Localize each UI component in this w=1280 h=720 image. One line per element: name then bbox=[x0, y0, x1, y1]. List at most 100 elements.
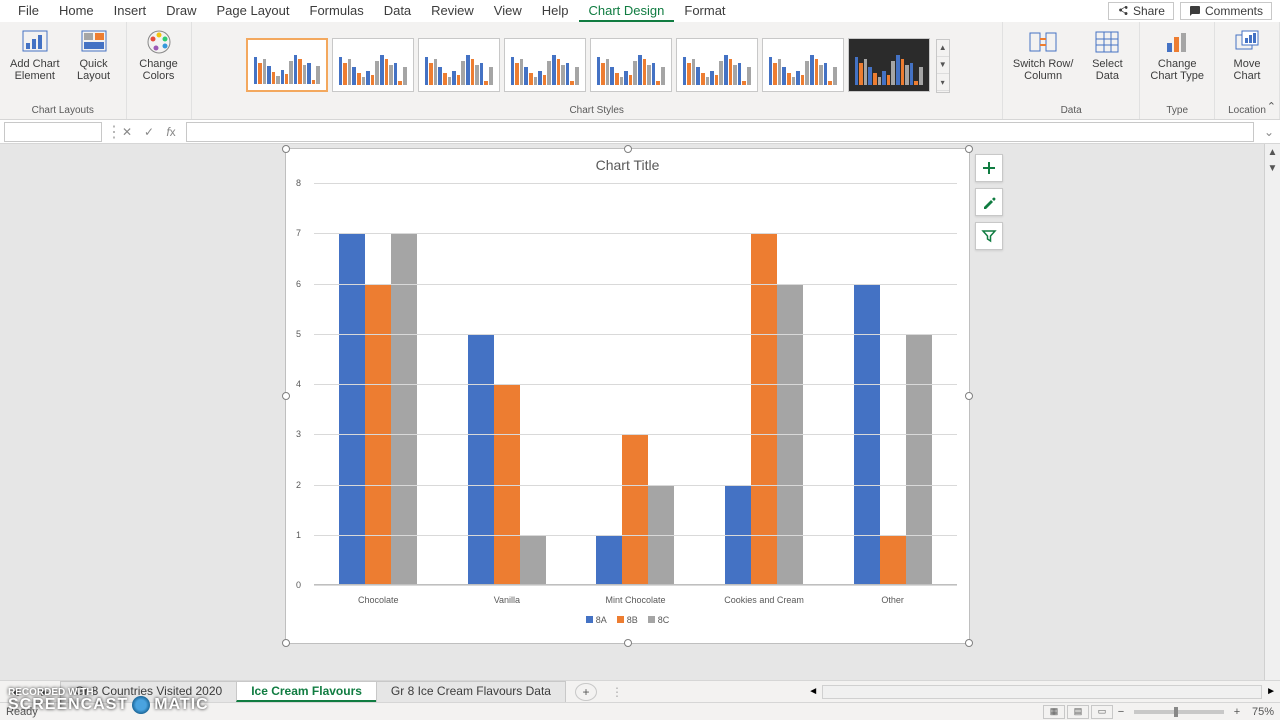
tab-splitter[interactable]: ⋮ bbox=[597, 685, 637, 699]
switch-row-column-button[interactable]: Switch Row/ Column bbox=[1009, 26, 1078, 84]
gridline bbox=[314, 585, 957, 586]
formula-input[interactable] bbox=[186, 122, 1254, 142]
menu-tab-review[interactable]: Review bbox=[421, 1, 484, 22]
chart-styles-button[interactable] bbox=[975, 188, 1003, 216]
brush-icon bbox=[981, 194, 997, 210]
bar-8C-chocolate[interactable] bbox=[391, 233, 417, 585]
gridline bbox=[314, 284, 957, 285]
new-sheet-button[interactable]: + bbox=[575, 683, 597, 701]
chart-style-thumb-4[interactable] bbox=[504, 38, 586, 92]
style-gallery-scroll[interactable]: ▲ ▼ ▾ bbox=[936, 39, 950, 93]
menu-tab-data[interactable]: Data bbox=[374, 1, 421, 22]
menu-tab-chart-design[interactable]: Chart Design bbox=[579, 1, 675, 22]
resize-handle-ne[interactable] bbox=[965, 145, 973, 153]
move-chart-button[interactable]: Move Chart bbox=[1221, 26, 1273, 84]
resize-handle-sw[interactable] bbox=[282, 639, 290, 647]
share-button[interactable]: Share bbox=[1108, 2, 1174, 20]
change-colors-button[interactable]: Change Colors bbox=[133, 26, 185, 84]
menu-tab-file[interactable]: File bbox=[8, 1, 49, 22]
chart-style-thumb-6[interactable] bbox=[676, 38, 758, 92]
bar-8A-vanilla[interactable] bbox=[468, 334, 494, 585]
chart-object[interactable]: Chart Title 012345678 ChocolateVanillaMi… bbox=[285, 148, 970, 644]
add-chart-element-button[interactable]: Add Chart Element bbox=[6, 26, 64, 84]
chart-style-thumb-5[interactable] bbox=[590, 38, 672, 92]
hscroll-left-icon[interactable]: ◄ bbox=[804, 686, 822, 697]
quick-layout-button[interactable]: Quick Layout bbox=[68, 26, 120, 84]
vertical-scrollbar[interactable]: ▲ ▼ bbox=[1264, 144, 1280, 680]
comments-button[interactable]: Comments bbox=[1180, 2, 1272, 20]
chart-style-thumb-2[interactable] bbox=[332, 38, 414, 92]
menu-tab-insert[interactable]: Insert bbox=[104, 1, 157, 22]
scroll-up-icon[interactable]: ▲ bbox=[937, 40, 949, 57]
category-label: Mint Chocolate bbox=[571, 595, 700, 605]
ribbon-group-styles-label: Chart Styles bbox=[198, 103, 996, 119]
chart-style-thumb-3[interactable] bbox=[418, 38, 500, 92]
legend-item-8B[interactable]: 8B bbox=[617, 615, 638, 625]
bar-8A-chocolate[interactable] bbox=[339, 233, 365, 585]
scroll-up-arrow-icon[interactable]: ▲ bbox=[1265, 144, 1280, 160]
bar-8C-vanilla[interactable] bbox=[520, 535, 546, 585]
collapse-ribbon-icon[interactable]: ⌃ bbox=[1267, 100, 1276, 113]
scroll-down-icon[interactable]: ▼ bbox=[937, 57, 949, 74]
bar-8C-other[interactable] bbox=[906, 334, 932, 585]
cancel-formula-icon[interactable]: ✕ bbox=[116, 125, 138, 139]
y-tick-label: 5 bbox=[296, 329, 301, 339]
scroll-down-arrow-icon[interactable]: ▼ bbox=[1265, 160, 1280, 176]
expand-formula-icon[interactable]: ⌄ bbox=[1258, 125, 1280, 139]
menu-tab-view[interactable]: View bbox=[484, 1, 532, 22]
chart-style-thumb-1[interactable] bbox=[246, 38, 328, 92]
watermark-logo-icon bbox=[132, 696, 150, 714]
resize-handle-n[interactable] bbox=[624, 145, 632, 153]
bar-8B-other[interactable] bbox=[880, 535, 906, 585]
chart-legend[interactable]: 8A 8B 8C bbox=[286, 615, 969, 625]
bar-8B-mint-chocolate[interactable] bbox=[622, 434, 648, 585]
scroll-more-icon[interactable]: ▾ bbox=[937, 74, 949, 91]
legend-item-8C[interactable]: 8C bbox=[648, 615, 670, 625]
plot-area[interactable]: 012345678 bbox=[314, 183, 957, 585]
menu-tab-help[interactable]: Help bbox=[532, 1, 579, 22]
menu-tab-format[interactable]: Format bbox=[674, 1, 735, 22]
y-tick-label: 8 bbox=[296, 178, 301, 188]
select-data-button[interactable]: Select Data bbox=[1081, 26, 1133, 84]
resize-handle-se[interactable] bbox=[965, 639, 973, 647]
y-tick-label: 3 bbox=[296, 429, 301, 439]
bar-8A-mint-chocolate[interactable] bbox=[596, 535, 622, 585]
view-page-break-button[interactable]: ▭ bbox=[1091, 705, 1113, 719]
chart-style-thumb-8[interactable] bbox=[848, 38, 930, 92]
ribbon-group-type: Change Chart Type Type bbox=[1140, 22, 1215, 119]
view-page-layout-button[interactable]: ▤ bbox=[1067, 705, 1089, 719]
menu-tab-page-layout[interactable]: Page Layout bbox=[207, 1, 300, 22]
accept-formula-icon[interactable]: ✓ bbox=[138, 125, 160, 139]
sheet-tab-gr-8-ice-cream-flavours-data[interactable]: Gr 8 Ice Cream Flavours Data bbox=[376, 681, 566, 702]
resize-handle-w[interactable] bbox=[282, 392, 290, 400]
sheet-tab-ice-cream-flavours[interactable]: Ice Cream Flavours bbox=[236, 681, 377, 702]
menu-tab-draw[interactable]: Draw bbox=[156, 1, 206, 22]
category-label: Cookies and Cream bbox=[700, 595, 829, 605]
chart-title[interactable]: Chart Title bbox=[286, 149, 969, 177]
menu-tab-home[interactable]: Home bbox=[49, 1, 104, 22]
resize-handle-e[interactable] bbox=[965, 392, 973, 400]
chart-style-thumb-7[interactable] bbox=[762, 38, 844, 92]
chart-filters-button[interactable] bbox=[975, 222, 1003, 250]
zoom-out-button[interactable]: − bbox=[1114, 706, 1128, 718]
legend-item-8A[interactable]: 8A bbox=[586, 615, 607, 625]
menu-tab-formulas[interactable]: Formulas bbox=[300, 1, 374, 22]
hscroll-right-icon[interactable]: ► bbox=[1262, 686, 1280, 697]
fx-icon[interactable]: fx bbox=[160, 125, 182, 139]
zoom-in-button[interactable]: + bbox=[1230, 706, 1244, 718]
change-chart-type-button[interactable]: Change Chart Type bbox=[1146, 26, 1208, 84]
name-box[interactable] bbox=[4, 122, 102, 142]
chart-style-gallery[interactable] bbox=[244, 36, 932, 94]
legend-swatch bbox=[617, 616, 624, 623]
bar-8B-cookies-and-cream[interactable] bbox=[751, 233, 777, 585]
chart-elements-button[interactable] bbox=[975, 154, 1003, 182]
formula-bar-sep: ⋮ bbox=[106, 122, 116, 142]
view-normal-button[interactable]: ▦ bbox=[1043, 705, 1065, 719]
worksheet-area[interactable]: ▲ ▼ Chart Title 012345678 ChocolateVanil… bbox=[0, 144, 1280, 680]
horizontal-scrollbar[interactable]: ◄ ► bbox=[804, 685, 1280, 699]
resize-handle-s[interactable] bbox=[624, 639, 632, 647]
legend-swatch bbox=[586, 616, 593, 623]
y-tick-label: 1 bbox=[296, 530, 301, 540]
zoom-slider[interactable] bbox=[1134, 710, 1224, 714]
resize-handle-nw[interactable] bbox=[282, 145, 290, 153]
